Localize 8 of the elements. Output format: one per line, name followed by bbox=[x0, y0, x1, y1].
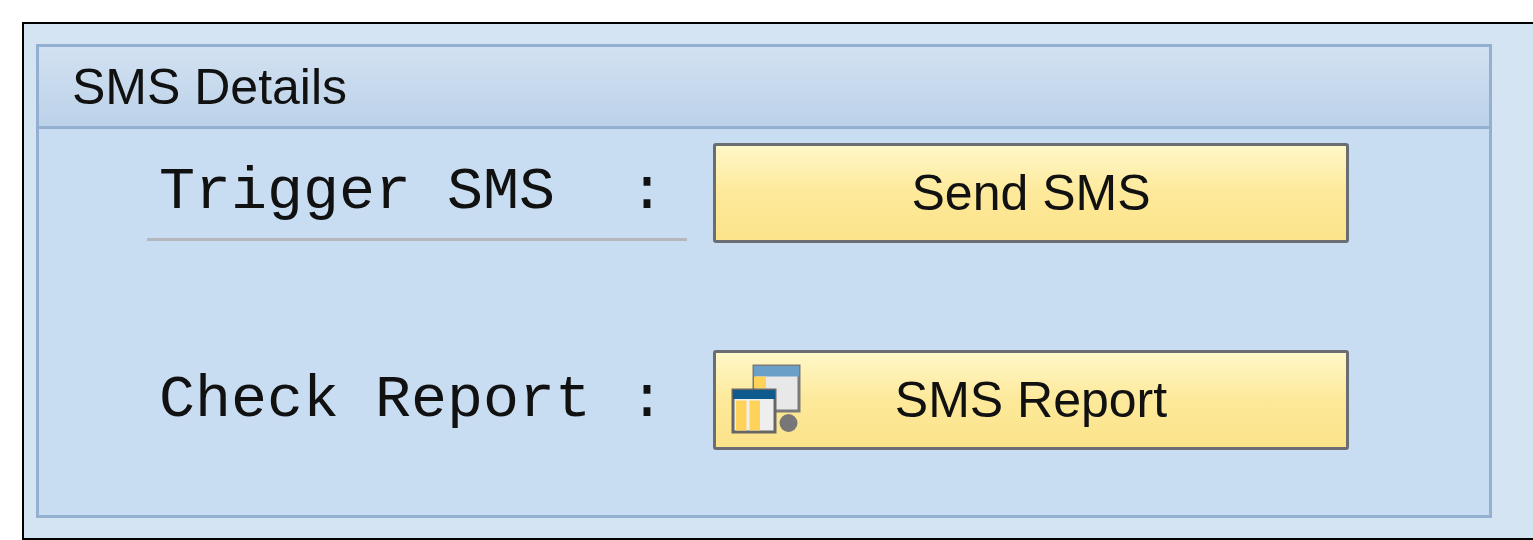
report-button[interactable]: SMS Report bbox=[713, 350, 1349, 450]
field-label: Trigger SMS bbox=[159, 157, 557, 226]
label-colon: : bbox=[629, 157, 665, 226]
group-title: SMS Details bbox=[72, 57, 348, 116]
label-colon: : bbox=[629, 366, 665, 434]
send-button[interactable]: Send SMS bbox=[713, 143, 1349, 243]
table-export-icon bbox=[730, 363, 802, 435]
field-label: Check Report bbox=[159, 366, 593, 434]
